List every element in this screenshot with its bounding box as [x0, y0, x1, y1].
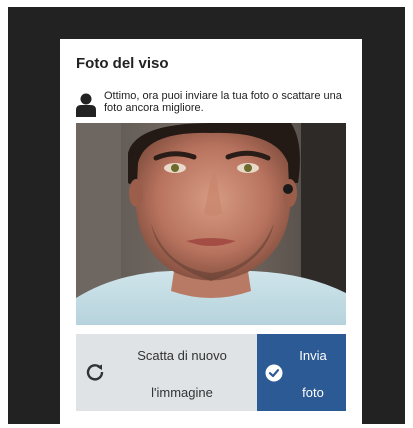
refresh-icon	[86, 364, 104, 381]
retake-photo-button[interactable]: Scatta di nuovo l'immagine	[76, 334, 257, 411]
retake-photo-label: Scatta di nuovo l'immagine	[112, 334, 252, 411]
send-label-line1: Invia	[299, 348, 327, 363]
retake-label-line1: Scatta di nuovo	[137, 348, 227, 363]
dialog-title: Foto del viso	[76, 55, 169, 72]
face-photo-image	[76, 123, 346, 325]
info-message-text: Ottimo, ora puoi inviare la tua foto o s…	[104, 90, 342, 114]
send-photo-button[interactable]: Invia foto	[257, 334, 346, 411]
face-photo	[76, 123, 346, 325]
retake-label-line2: l'immagine	[151, 385, 213, 400]
check-circle-icon	[265, 364, 283, 382]
info-message: Ottimo, ora puoi inviare la tua foto o s…	[76, 90, 348, 118]
face-photo-dialog: Foto del viso Ottimo, ora puoi inviare l…	[60, 39, 362, 426]
modal-backdrop: Foto del viso Ottimo, ora puoi inviare l…	[8, 7, 405, 426]
send-label-line2: foto	[302, 385, 324, 400]
send-photo-label: Invia foto	[285, 334, 341, 411]
user-icon	[76, 93, 96, 117]
